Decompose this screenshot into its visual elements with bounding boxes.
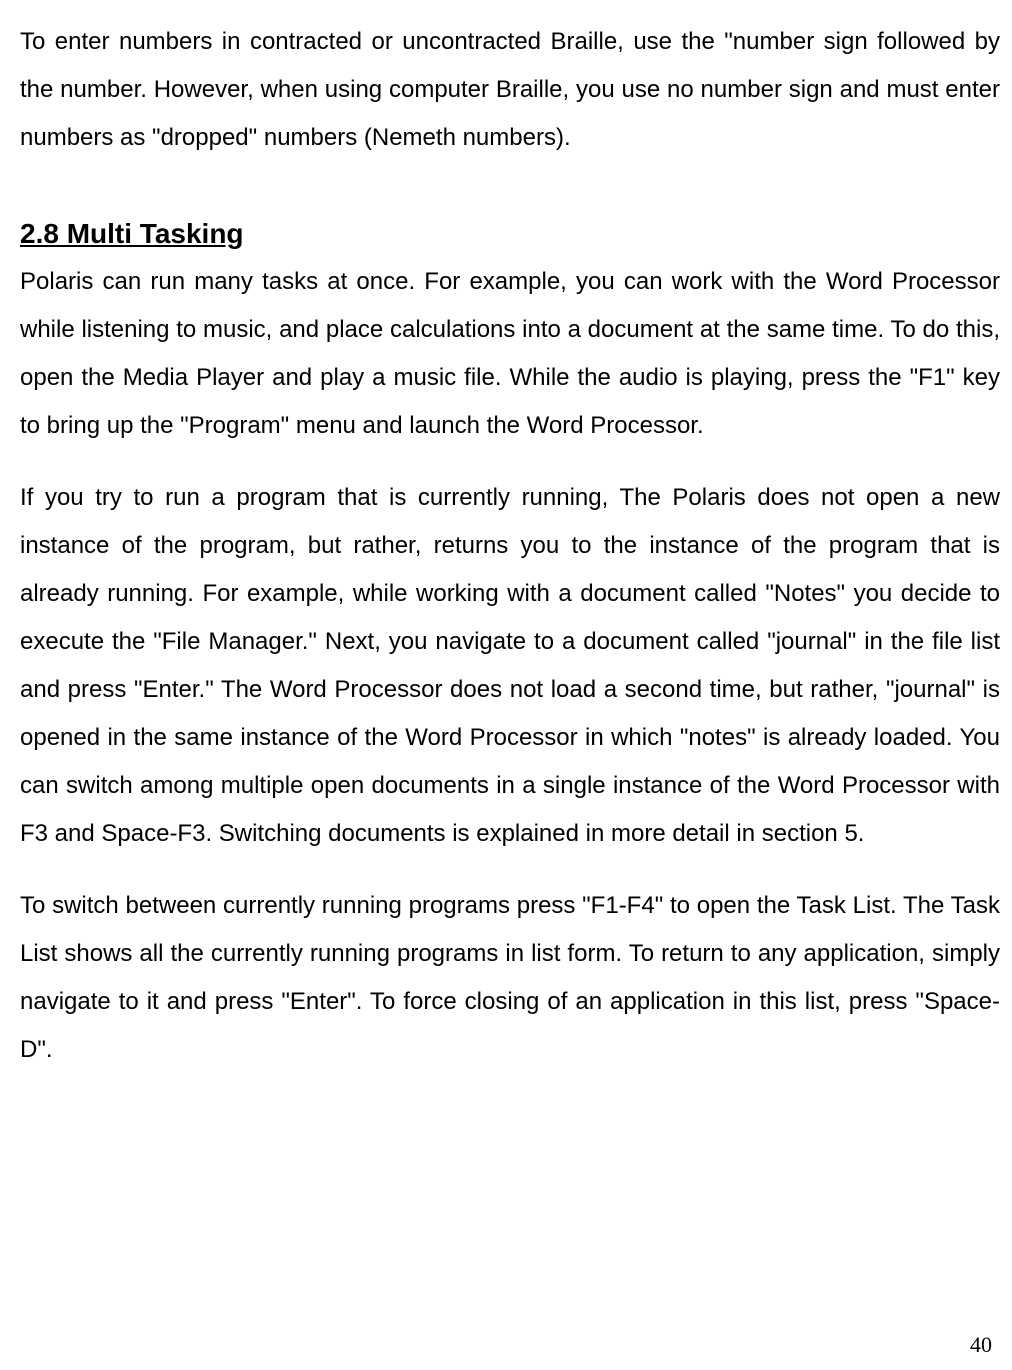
intro-paragraph: To enter numbers in contracted or uncont… [20,18,1000,162]
body-paragraph-3: To switch between currently running prog… [20,882,1000,1074]
page-number: 40 [970,1332,992,1358]
section-heading: 2.8 Multi Tasking [20,218,1000,250]
body-paragraph-1: Polaris can run many tasks at once. For … [20,258,1000,450]
body-paragraph-2: If you try to run a program that is curr… [20,474,1000,858]
